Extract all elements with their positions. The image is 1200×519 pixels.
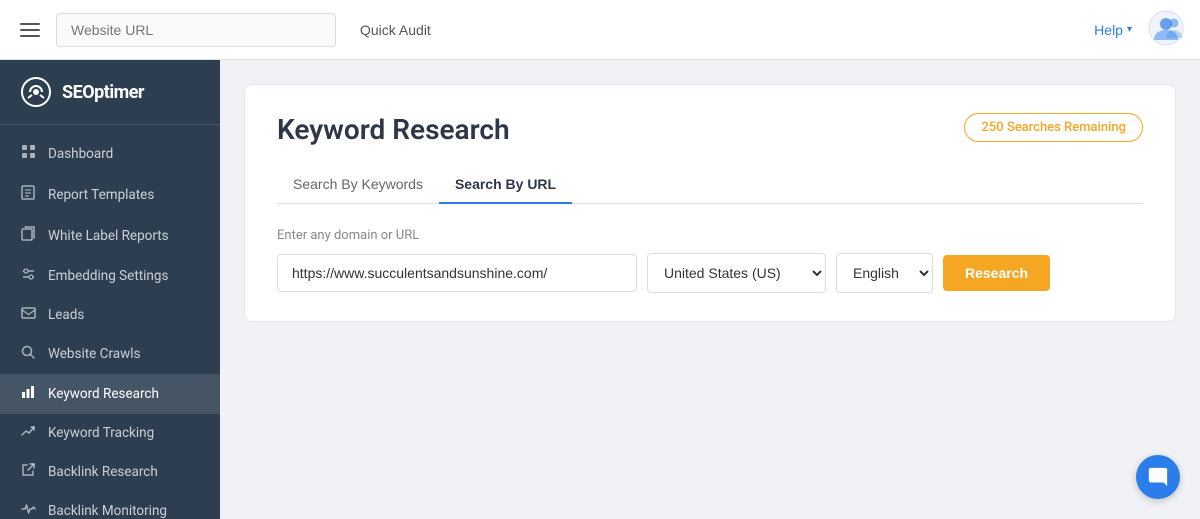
sidebar-item-keyword-tracking[interactable]: Keyword Tracking xyxy=(0,414,220,452)
sidebar-item-label: Backlink Monitoring xyxy=(48,503,167,519)
sidebar-item-white-label[interactable]: White Label Reports xyxy=(0,215,220,256)
copy-icon xyxy=(20,226,36,245)
country-select[interactable]: United States (US) United Kingdom (UK) C… xyxy=(647,253,826,293)
research-button[interactable]: Research xyxy=(943,255,1050,291)
content-card: Keyword Research 250 Searches Remaining … xyxy=(244,84,1176,322)
quick-audit-button[interactable]: Quick Audit xyxy=(348,14,443,46)
mail-icon xyxy=(20,307,36,323)
app-layout: SEOptimer Dashboard Report Templates Whi… xyxy=(0,60,1200,519)
header-left: Quick Audit xyxy=(16,13,1082,47)
sidebar-item-keyword-research[interactable]: Keyword Research xyxy=(0,374,220,414)
hamburger-button[interactable] xyxy=(16,19,44,41)
top-header: Quick Audit Help ▾ xyxy=(0,0,1200,60)
bar-chart-icon xyxy=(20,385,36,403)
main-content: Keyword Research 250 Searches Remaining … xyxy=(220,60,1200,519)
sidebar-item-embedding[interactable]: Embedding Settings xyxy=(0,256,220,296)
tabs-container: Search By Keywords Search By URL xyxy=(277,166,1143,204)
sidebar-item-leads[interactable]: Leads xyxy=(0,296,220,334)
chevron-down-icon: ▾ xyxy=(1127,24,1132,35)
activity-icon xyxy=(20,503,36,519)
page-title: Keyword Research xyxy=(277,113,510,146)
sidebar-item-label: Website Crawls xyxy=(48,346,141,362)
sidebar-item-backlink-research[interactable]: Backlink Research xyxy=(0,452,220,492)
help-label: Help xyxy=(1094,22,1123,38)
header-right: Help ▾ xyxy=(1094,10,1184,50)
sliders-icon xyxy=(20,267,36,285)
help-button[interactable]: Help ▾ xyxy=(1094,22,1132,38)
avatar[interactable] xyxy=(1148,10,1184,50)
logo-icon xyxy=(20,76,52,108)
app-name: SEOptimer xyxy=(62,82,144,103)
chat-bubble-button[interactable] xyxy=(1136,455,1180,499)
search-form-label: Enter any domain or URL xyxy=(277,228,1143,243)
sidebar-item-report-templates[interactable]: Report Templates xyxy=(0,174,220,215)
domain-input[interactable] xyxy=(277,254,637,292)
sidebar-nav: Dashboard Report Templates White Label R… xyxy=(0,125,220,519)
tab-search-by-url[interactable]: Search By URL xyxy=(439,166,572,204)
sidebar: SEOptimer Dashboard Report Templates Whi… xyxy=(0,60,220,519)
searches-remaining-badge: 250 Searches Remaining xyxy=(964,113,1143,142)
sidebar-item-website-crawls[interactable]: Website Crawls xyxy=(0,334,220,374)
sidebar-item-backlink-monitoring[interactable]: Backlink Monitoring xyxy=(0,492,220,519)
sidebar-item-label: White Label Reports xyxy=(48,228,169,244)
external-link-icon xyxy=(20,463,36,481)
sidebar-logo: SEOptimer xyxy=(0,60,220,125)
search-icon xyxy=(20,345,36,363)
sidebar-item-label: Leads xyxy=(48,307,84,323)
website-url-input[interactable] xyxy=(56,13,336,47)
chat-icon xyxy=(1147,466,1169,488)
trending-up-icon xyxy=(20,425,36,441)
file-text-icon xyxy=(20,185,36,204)
sidebar-item-label: Backlink Research xyxy=(48,464,158,480)
sidebar-item-label: Embedding Settings xyxy=(48,268,168,284)
page-header: Keyword Research 250 Searches Remaining xyxy=(277,113,1143,146)
sidebar-item-label: Dashboard xyxy=(48,146,113,162)
sidebar-item-label: Keyword Research xyxy=(48,386,159,402)
search-row: United States (US) United Kingdom (UK) C… xyxy=(277,253,1143,293)
sidebar-item-dashboard[interactable]: Dashboard xyxy=(0,133,220,174)
tab-search-by-keywords[interactable]: Search By Keywords xyxy=(277,166,439,204)
grid-icon xyxy=(20,144,36,163)
language-select[interactable]: English Spanish French German xyxy=(836,253,933,293)
sidebar-item-label: Report Templates xyxy=(48,187,154,203)
sidebar-item-label: Keyword Tracking xyxy=(48,425,154,441)
